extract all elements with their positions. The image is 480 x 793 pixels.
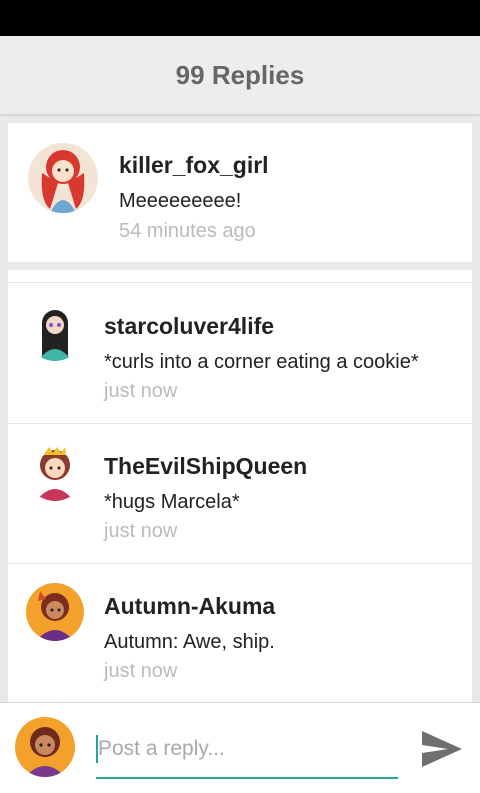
status-bar: [0, 0, 480, 36]
reply-message: *hugs Marcela*: [104, 491, 240, 513]
reply-input-placeholder: Post a reply...: [98, 737, 225, 760]
avatar[interactable]: [15, 717, 75, 777]
reply-time: just now: [104, 520, 178, 542]
avatar[interactable]: [26, 443, 84, 501]
post-username[interactable]: killer_fox_girl: [119, 152, 269, 179]
list-item[interactable]: Autumn-Akuma Autumn: Awe, ship. just now: [8, 563, 472, 702]
avatar[interactable]: [26, 583, 84, 641]
original-post-card: killer_fox_girl Meeeeeeeee! 54 minutes a…: [8, 123, 472, 262]
reply-time: just now: [104, 380, 178, 402]
reply-message: Autumn: Awe, ship.: [104, 631, 275, 653]
send-button[interactable]: [420, 727, 464, 771]
post-message: Meeeeeeeee!: [119, 190, 242, 212]
header: 99 Replies: [0, 36, 480, 115]
send-icon: [422, 731, 462, 767]
reply-input[interactable]: Post a reply...: [96, 731, 398, 779]
reply-username[interactable]: TheEvilShipQueen: [104, 453, 307, 480]
reply-username[interactable]: Autumn-Akuma: [104, 593, 275, 620]
page-title: 99 Replies: [175, 59, 305, 90]
reply-username[interactable]: starcoluver4life: [104, 313, 274, 340]
avatar[interactable]: [28, 143, 98, 213]
reply-time: just now: [104, 660, 178, 682]
reply-composer: Post a reply...: [0, 702, 480, 793]
list-item[interactable]: starcoluver4life *curls into a corner ea…: [8, 283, 472, 424]
avatar[interactable]: [26, 303, 84, 361]
reply-message: *curls into a corner eating a cookie*: [104, 351, 419, 373]
list-item[interactable]: TheEvilShipQueen *hugs Marcela* just now: [8, 423, 472, 564]
replies-list: starcoluver4life *curls into a corner ea…: [8, 270, 472, 702]
post-time: 54 minutes ago: [119, 220, 256, 242]
